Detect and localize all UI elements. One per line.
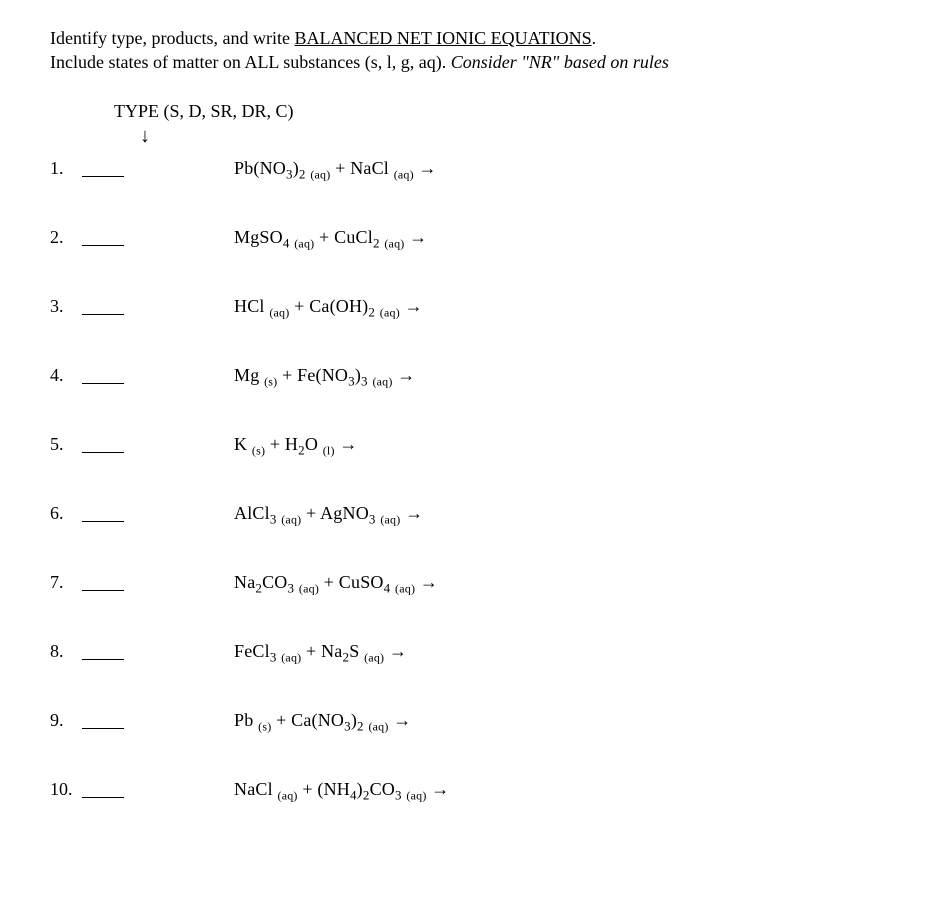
problem-row: 4. Mg (s) + Fe(NO3)3 (aq) → — [50, 365, 883, 386]
type-blank[interactable] — [82, 439, 124, 453]
problem-row: 6. AlCl3 (aq) + AgNO3 (aq) → — [50, 503, 883, 524]
type-blank[interactable] — [82, 301, 124, 315]
equation: AlCl3 (aq) + AgNO3 (aq) → — [234, 503, 423, 524]
arrow-right-icon: → — [393, 710, 411, 730]
type-blank[interactable] — [82, 508, 124, 522]
type-blank[interactable] — [82, 232, 124, 246]
problem-row: 5. K (s) + H2O (l) → — [50, 434, 883, 455]
problem-row: 7. Na2CO3 (aq) + CuSO4 (aq) → — [50, 572, 883, 593]
equation: FeCl3 (aq) + Na2S (aq) → — [234, 641, 407, 662]
instruction-line2-prefix: Include states of matter on ALL substanc… — [50, 52, 451, 72]
type-blank[interactable] — [82, 715, 124, 729]
arrow-right-icon: → — [397, 365, 415, 385]
equation: Pb (s) + Ca(NO3)2 (aq) → — [234, 710, 411, 731]
problem-number: 8. — [50, 641, 82, 662]
type-blank[interactable] — [82, 370, 124, 384]
type-blank[interactable] — [82, 577, 124, 591]
equation: K (s) + H2O (l) → — [234, 434, 358, 455]
arrow-right-icon: → — [409, 227, 427, 247]
problem-number: 1. — [50, 158, 82, 179]
problem-number: 4. — [50, 365, 82, 386]
problem-number: 3. — [50, 296, 82, 317]
type-blank[interactable] — [82, 784, 124, 798]
equation: Na2CO3 (aq) + CuSO4 (aq) → — [234, 572, 438, 593]
problem-row: 8. FeCl3 (aq) + Na2S (aq) → — [50, 641, 883, 662]
arrow-right-icon: → — [405, 296, 423, 316]
problem-number: 10. — [50, 779, 82, 800]
problem-row: 10. NaCl (aq) + (NH4)2CO3 (aq) → — [50, 779, 883, 800]
problem-number: 6. — [50, 503, 82, 524]
arrow-down-icon: ↓ — [140, 126, 883, 146]
arrow-right-icon: → — [389, 641, 407, 661]
arrow-right-icon: → — [419, 158, 437, 178]
arrow-right-icon: → — [431, 779, 449, 799]
equation: Pb(NO3)2 (aq) + NaCl (aq) → — [234, 158, 437, 179]
problem-number: 5. — [50, 434, 82, 455]
equation: Mg (s) + Fe(NO3)3 (aq) → — [234, 365, 415, 386]
instruction-line1-underline: BALANCED NET IONIC EQUATIONS — [294, 28, 591, 48]
problem-number: 2. — [50, 227, 82, 248]
equation: NaCl (aq) + (NH4)2CO3 (aq) → — [234, 779, 449, 800]
instruction-line2-italic: Consider "NR" based on rules — [451, 52, 669, 72]
instruction-line1-suffix: . — [592, 28, 597, 48]
equation: HCl (aq) + Ca(OH)2 (aq) → — [234, 296, 423, 317]
problem-row: 9. Pb (s) + Ca(NO3)2 (aq) → — [50, 710, 883, 731]
arrow-right-icon: → — [405, 503, 423, 523]
instructions-block: Identify type, products, and write BALAN… — [50, 26, 883, 75]
problem-row: 1. Pb(NO3)2 (aq) + NaCl (aq) → — [50, 158, 883, 179]
instruction-line1-prefix: Identify type, products, and write — [50, 28, 294, 48]
type-header: TYPE (S, D, SR, DR, C) — [114, 101, 883, 122]
problem-row: 3. HCl (aq) + Ca(OH)2 (aq) → — [50, 296, 883, 317]
type-blank[interactable] — [82, 646, 124, 660]
problem-number: 7. — [50, 572, 82, 593]
arrow-right-icon: → — [339, 434, 357, 454]
equation: MgSO4 (aq) + CuCl2 (aq) → — [234, 227, 427, 248]
problems-list: 1. Pb(NO3)2 (aq) + NaCl (aq) → 2. MgSO4 (aq… — [50, 158, 883, 848]
type-blank[interactable] — [82, 163, 124, 177]
problem-row: 2. MgSO4 (aq) + CuCl2 (aq) → — [50, 227, 883, 248]
problem-number: 9. — [50, 710, 82, 731]
arrow-right-icon: → — [420, 572, 438, 592]
